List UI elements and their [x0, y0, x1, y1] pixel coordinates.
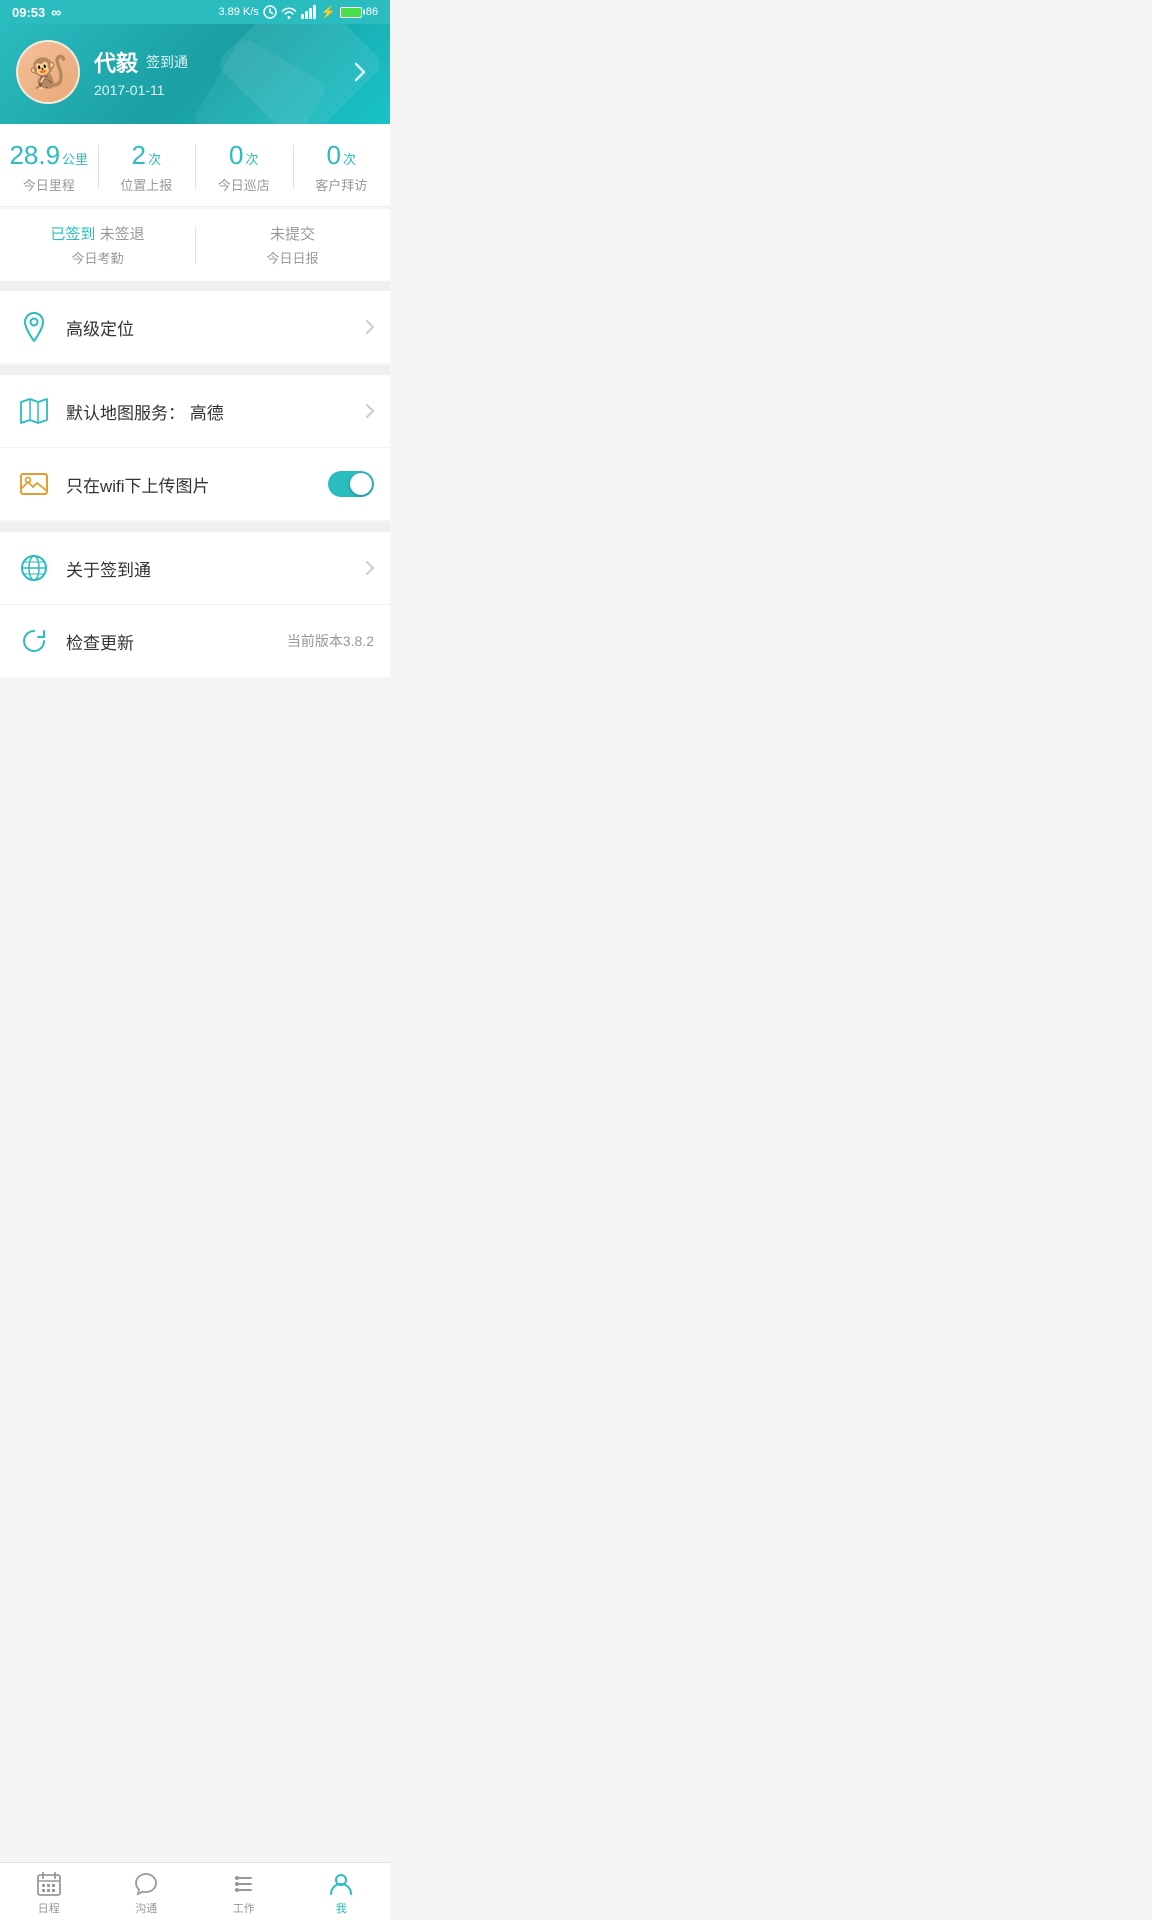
stat-client-label: 客户拜访 — [293, 175, 391, 194]
attend-report: 未提交 今日日报 — [195, 223, 390, 267]
nav-item-schedule[interactable]: 日程 — [0, 1871, 98, 1916]
divider-3 — [0, 522, 390, 532]
bottom-nav: 日程 沟通 工作 — [0, 1862, 390, 1920]
menu-item-about[interactable]: 关于签到通 — [0, 532, 390, 605]
menu-about-text: 关于签到通 — [66, 556, 366, 581]
profile-arrow[interactable] — [346, 54, 374, 90]
stat-distance-unit: 公里 — [62, 149, 88, 168]
nav-me-label: 我 — [336, 1900, 347, 1916]
battery-level: 86 — [366, 6, 378, 18]
chat-icon — [133, 1871, 159, 1897]
menu-section-1: 高级定位 — [0, 291, 390, 363]
stat-distance-label: 今日里程 — [0, 175, 98, 194]
menu-update-right: 当前版本3.8.2 — [287, 631, 374, 651]
nav-item-work[interactable]: 工作 — [195, 1871, 293, 1916]
stat-store-value: 0 — [229, 140, 243, 171]
stat-store-label: 今日巡店 — [195, 175, 293, 194]
status-bar: 09:53 ∞ 3.89 K/s ⚡ 86 — [0, 0, 390, 24]
status-time: 09:53 — [12, 5, 45, 20]
stat-store-visits: 0 次 今日巡店 — [195, 140, 293, 194]
report-status: 未提交 — [195, 223, 390, 244]
location-icon — [16, 309, 52, 345]
map-icon — [16, 393, 52, 429]
menu-wifi-text: 只在wifi下上传图片 — [66, 472, 328, 497]
menu-item-map[interactable]: 默认地图服务： 高德 — [0, 375, 390, 448]
status-left: 09:53 ∞ — [12, 4, 61, 20]
globe-icon — [16, 550, 52, 586]
signed-in-status: 已签到 — [50, 226, 95, 243]
me-icon — [328, 1871, 354, 1897]
stat-reports-unit: 次 — [148, 149, 161, 168]
user-tag: 签到通 — [146, 52, 188, 72]
attend-label: 今日考勤 — [0, 248, 195, 267]
wifi-icon — [281, 5, 297, 19]
user-date: 2017-01-11 — [94, 82, 346, 98]
work-icon — [231, 1871, 257, 1897]
nav-chat-label: 沟通 — [135, 1900, 157, 1916]
report-label: 今日日报 — [195, 248, 390, 267]
schedule-icon — [36, 1871, 62, 1897]
stat-distance: 28.9 公里 今日里程 — [0, 140, 98, 194]
menu-item-wifi-upload[interactable]: 只在wifi下上传图片 — [0, 448, 390, 520]
clock-icon — [263, 5, 277, 19]
image-icon — [16, 466, 52, 502]
stat-client-visits: 0 次 客户拜访 — [293, 140, 391, 194]
signed-out-status: 未签退 — [100, 226, 145, 243]
profile-header[interactable]: 🐒 代毅 签到通 2017-01-11 — [0, 24, 390, 124]
chevron-right-icon — [366, 320, 374, 334]
menu-item-location[interactable]: 高级定位 — [0, 291, 390, 363]
stat-distance-value: 28.9 — [9, 140, 60, 171]
stat-reports-label: 位置上报 — [98, 175, 196, 194]
menu-map-right — [366, 404, 374, 418]
menu-location-text: 高级定位 — [66, 315, 366, 340]
menu-update-text: 检查更新 — [66, 629, 287, 654]
nav-item-chat[interactable]: 沟通 — [98, 1871, 196, 1916]
stat-reports-value: 2 — [132, 140, 146, 171]
stat-store-unit: 次 — [245, 149, 258, 168]
avatar-image: 🐒 — [28, 53, 68, 91]
user-info: 代毅 签到通 2017-01-11 — [80, 46, 346, 98]
signal-icon — [301, 5, 317, 19]
menu-section-3: 关于签到通 检查更新 当前版本3.8.2 — [0, 532, 390, 677]
status-loop-icon: ∞ — [51, 4, 61, 20]
divider-2 — [0, 365, 390, 375]
menu-item-update[interactable]: 检查更新 当前版本3.8.2 — [0, 605, 390, 677]
nav-item-me[interactable]: 我 — [293, 1871, 391, 1916]
wifi-upload-toggle[interactable] — [328, 471, 374, 497]
battery-icon — [340, 7, 362, 18]
divider-1 — [0, 281, 390, 291]
attend-checkin: 已签到 未签退 今日考勤 — [0, 223, 195, 267]
stats-section: 28.9 公里 今日里程 2 次 位置上报 0 次 今日巡店 0 次 — [0, 124, 390, 207]
nav-work-label: 工作 — [233, 1900, 255, 1916]
menu-map-text: 默认地图服务： 高德 — [66, 399, 366, 424]
chevron-right-icon — [366, 404, 374, 418]
version-text: 当前版本3.8.2 — [287, 631, 374, 651]
menu-about-right — [366, 561, 374, 575]
refresh-icon — [16, 623, 52, 659]
nav-schedule-label: 日程 — [38, 1900, 60, 1916]
stat-client-value: 0 — [327, 140, 341, 171]
status-right: 3.89 K/s ⚡ 86 — [218, 5, 378, 19]
menu-location-right — [366, 320, 374, 334]
charging-icon: ⚡ — [321, 5, 336, 19]
chevron-right-icon — [366, 561, 374, 575]
stat-client-unit: 次 — [343, 149, 356, 168]
avatar: 🐒 — [16, 40, 80, 104]
status-speed: 3.89 K/s — [218, 6, 258, 18]
stat-reports: 2 次 位置上报 — [98, 140, 196, 194]
menu-wifi-right[interactable] — [328, 471, 374, 497]
user-name: 代毅 — [94, 46, 138, 78]
attendance-section: 已签到 未签退 今日考勤 未提交 今日日报 — [0, 209, 390, 281]
menu-section-2: 默认地图服务： 高德 只在wifi下上传图片 — [0, 375, 390, 520]
